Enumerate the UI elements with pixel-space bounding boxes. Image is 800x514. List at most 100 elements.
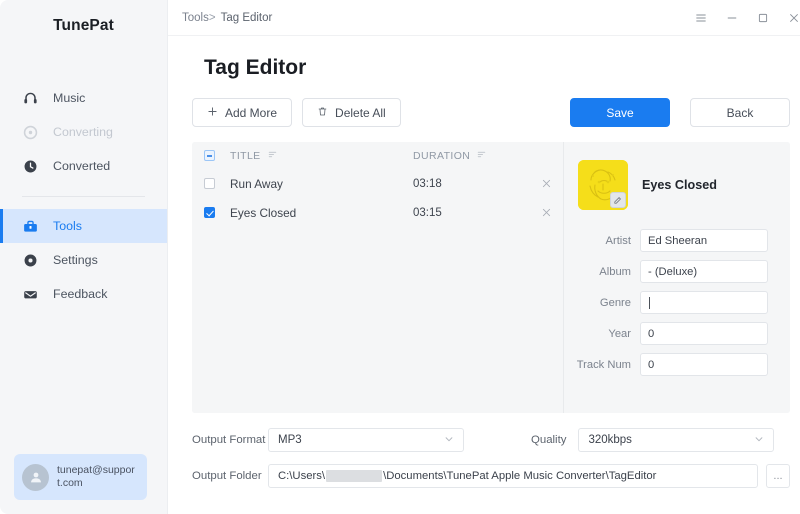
row-checkbox[interactable] [204,207,215,218]
track-list-pane: TITLE DURATION Run Away 03:18 Eyes Close… [192,142,563,413]
tunepat-window: TunePat Music Converting Converted Tools… [0,0,800,514]
table-row[interactable]: Run Away 03:18 [192,169,563,198]
sidebar-item-label: Feedback [53,287,108,301]
row-checkbox-cell [204,178,230,189]
action-toolbar: Add More Delete All Save Back [192,98,790,127]
select-all-checkbox-cell [204,150,230,161]
tag-fields: Artist Album Genre [564,229,790,376]
track-num-field[interactable] [640,353,768,376]
row-checkbox-cell [204,207,230,218]
text-cursor [649,296,650,309]
chevron-down-icon [444,434,454,446]
row-duration: 03:18 [413,177,442,190]
tag-details-pane: Eyes Closed Artist Album Genre [564,142,790,413]
sidebar: TunePat Music Converting Converted Tools… [0,0,168,514]
table-header: TITLE DURATION [192,142,563,169]
output-format-label: Output Format [192,434,266,446]
back-button[interactable]: Back [690,98,790,127]
sidebar-divider [22,196,145,197]
field-year: Year [564,322,790,345]
format-row: Output Format MP3 Quality 320kbps [192,428,790,452]
sidebar-item-label: Converting [53,125,113,139]
album-field[interactable] [640,260,768,283]
remove-row-icon[interactable] [529,178,563,189]
sort-icon[interactable] [477,150,486,162]
toolbox-icon [22,218,39,235]
add-more-button[interactable]: Add More [192,98,293,127]
browse-folder-button[interactable]: ... [766,464,790,488]
sidebar-item-label: Settings [53,253,98,267]
main-area: Tools > Tag Editor Tag Editor Add More D… [168,0,800,514]
artist-field[interactable] [640,229,768,252]
field-label: Genre [599,296,631,309]
sidebar-item-converted[interactable]: Converted [0,149,167,183]
select-all-checkbox[interactable] [204,150,215,161]
sidebar-item-label: Music [53,91,86,105]
save-button[interactable]: Save [570,98,670,127]
sidebar-item-feedback[interactable]: Feedback [0,277,167,311]
table-row[interactable]: Eyes Closed 03:15 [192,198,563,227]
field-album: Album [564,260,790,283]
field-label: Artist [605,234,631,247]
output-format-select[interactable]: MP3 [268,428,464,452]
title-bar: Tools > Tag Editor [168,0,800,36]
output-format-value: MP3 [278,434,302,446]
plus-icon [207,106,218,120]
sidebar-item-converting: Converting [0,115,167,149]
quality-label: Quality [531,434,567,446]
headphones-icon [22,90,39,107]
sidebar-item-settings[interactable]: Settings [0,243,167,277]
ellipsis-icon: ... [773,470,783,482]
edit-cover-icon[interactable] [610,192,626,208]
output-folder-label: Output Folder [192,470,262,482]
app-brand: TunePat [53,17,114,34]
chevron-down-icon [754,434,764,446]
close-icon[interactable] [787,11,800,24]
year-field[interactable] [640,322,768,345]
editor-panel: TITLE DURATION Run Away 03:18 Eyes Close… [192,142,790,413]
field-genre: Genre [564,291,790,314]
user-avatar-icon [22,463,49,491]
delete-all-button[interactable]: Delete All [302,98,401,127]
sort-icon[interactable] [268,150,277,162]
track-title: Eyes Closed [642,178,717,192]
row-title: Eyes Closed [230,205,297,220]
sidebar-nav: Music Converting Converted Tools Setting… [0,81,167,311]
field-label: Track Num [576,358,631,371]
column-header-duration[interactable]: DURATION [413,150,529,162]
row-checkbox[interactable] [204,178,215,189]
folder-row: Output Folder C:\Users\ \Documents\TunePa… [192,464,790,488]
maximize-icon[interactable] [756,11,769,24]
window-controls [694,11,800,24]
field-track-num: Track Num [564,353,790,376]
remove-row-icon[interactable] [529,207,563,218]
sidebar-item-label: Tools [53,219,82,233]
minimize-icon[interactable] [725,11,738,24]
field-label: Album [599,265,631,278]
toolbar-right-group: Save Back [570,98,790,127]
breadcrumb-separator: > [208,11,216,24]
account-badge[interactable]: tunepat@support.com [14,454,147,500]
sidebar-item-music[interactable]: Music [0,81,167,115]
quality-value: 320kbps [588,434,632,446]
output-settings: Output Format MP3 Quality 320kbps Output… [192,428,790,488]
clock-icon [22,158,39,175]
genre-field[interactable] [640,291,768,314]
breadcrumb-current: Tag Editor [220,11,273,24]
album-cover-thumbnail[interactable] [578,160,628,210]
output-folder-prefix: C:\Users\ [278,470,326,482]
converting-icon [22,124,39,141]
delete-all-label: Delete All [335,105,386,120]
quality-select[interactable]: 320kbps [578,428,775,452]
output-folder-field[interactable]: C:\Users\ \Documents\TunePat Apple Music … [268,464,758,488]
breadcrumb: Tools > Tag Editor [182,12,272,24]
track-header: Eyes Closed [564,142,790,210]
column-header-title[interactable]: TITLE [230,150,413,162]
breadcrumb-root[interactable]: Tools [182,12,209,24]
add-more-label: Add More [225,105,278,120]
hamburger-menu-icon[interactable] [694,11,707,24]
envelope-icon [22,286,39,303]
sidebar-item-tools[interactable]: Tools [0,209,167,243]
trash-icon [317,106,328,120]
field-artist: Artist [564,229,790,252]
